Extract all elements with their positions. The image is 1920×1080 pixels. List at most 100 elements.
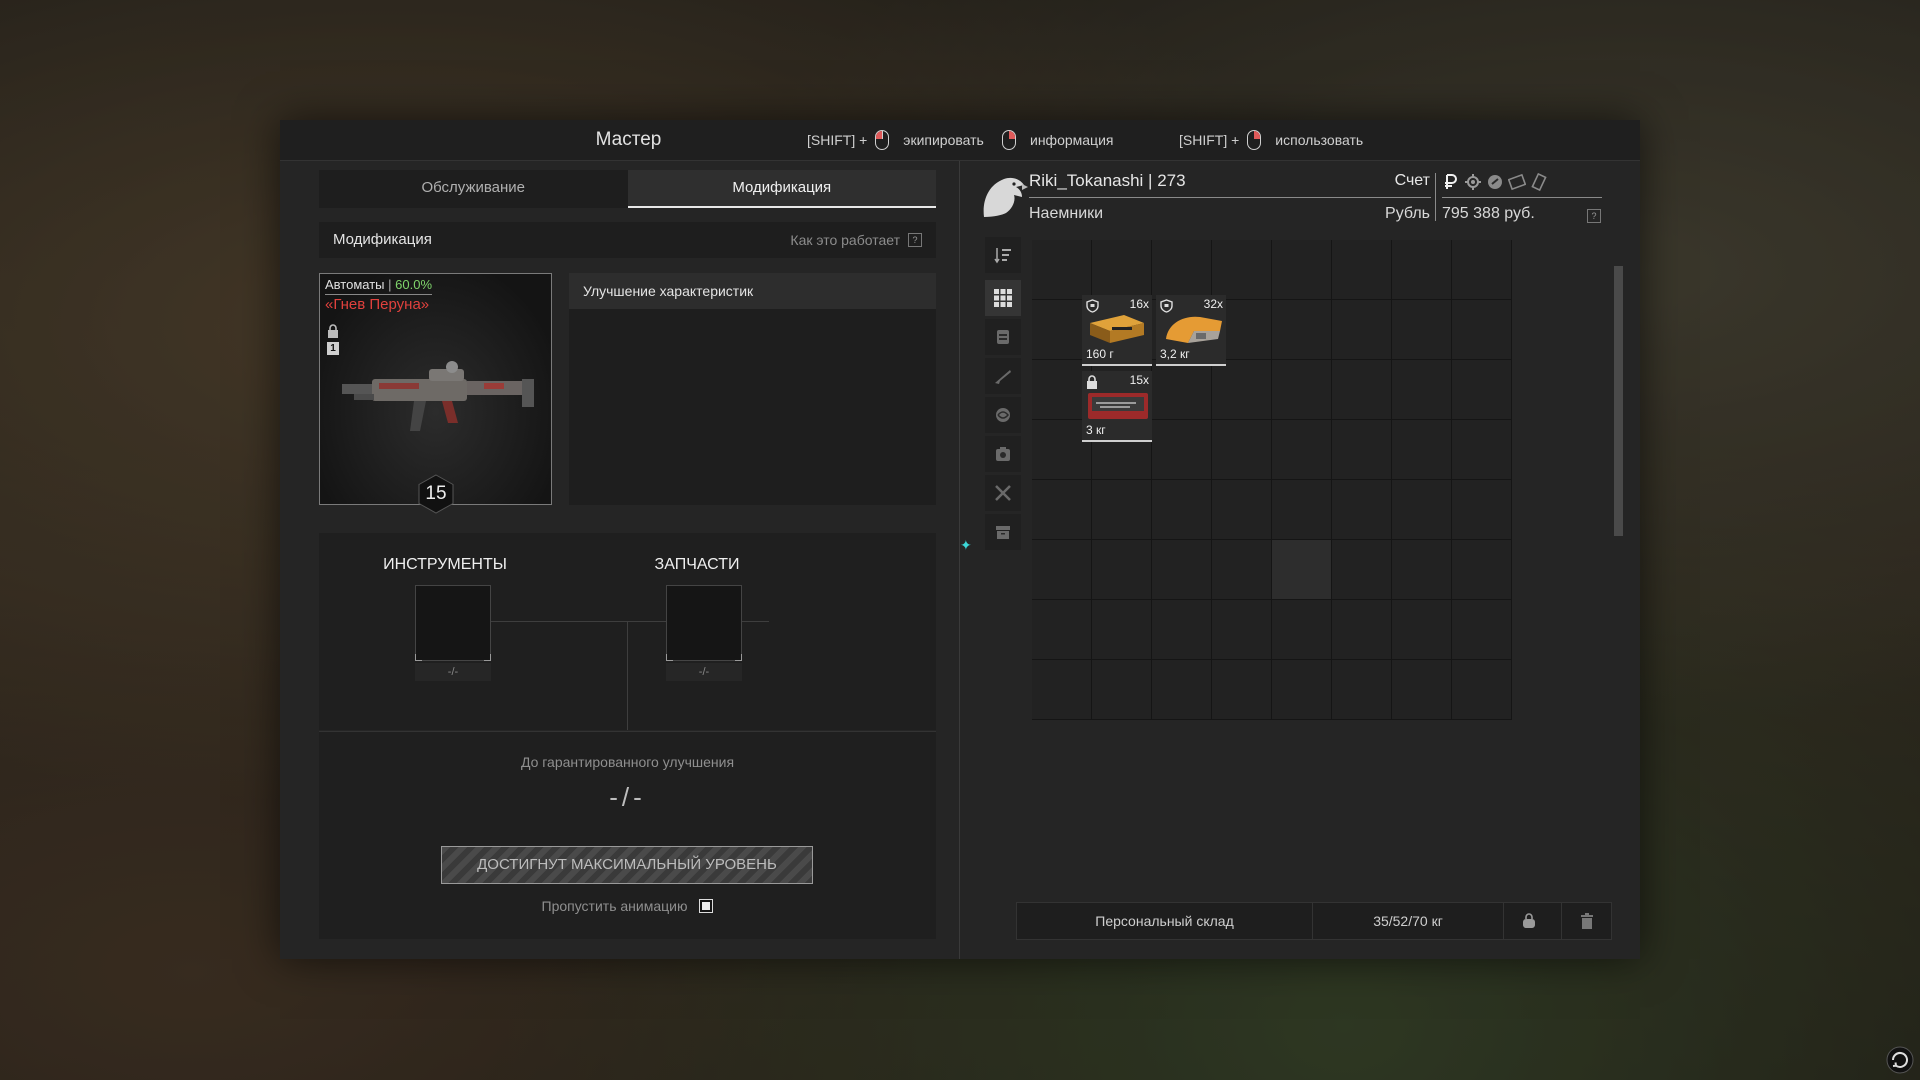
skip-animation-checkbox[interactable] [699, 899, 714, 913]
stash-weight: 35/52/70 кг [1373, 913, 1443, 929]
inventory-cell[interactable] [1452, 360, 1512, 420]
inventory-cell[interactable] [1212, 600, 1272, 660]
filter-armor-button[interactable] [985, 319, 1021, 355]
inventory-cell[interactable] [1272, 300, 1332, 360]
weight-button[interactable] [1503, 903, 1554, 939]
inventory-cell[interactable] [1212, 660, 1272, 720]
trash-button[interactable] [1561, 903, 1612, 939]
inventory-cell[interactable] [1332, 480, 1392, 540]
filter-all-button[interactable] [985, 280, 1021, 316]
filter-weapons-button[interactable] [985, 358, 1021, 394]
inventory-cell[interactable] [1272, 660, 1332, 720]
inventory-cell[interactable] [1152, 360, 1212, 420]
inventory-cell[interactable] [1092, 540, 1152, 600]
inventory-cell[interactable] [1332, 300, 1392, 360]
inventory-cell[interactable] [1092, 240, 1152, 300]
tools-slot[interactable] [415, 585, 491, 661]
inventory-cell[interactable] [1392, 600, 1452, 660]
filter-artefacts-button[interactable] [985, 397, 1021, 433]
action-panel: ДОСТИГНУТ МАКСИМАЛЬНЫЙ УРОВЕНЬ Пропустит… [319, 826, 936, 939]
inventory-cell[interactable] [1332, 360, 1392, 420]
inventory-cell[interactable] [1452, 480, 1512, 540]
filter-tools-button[interactable] [985, 475, 1021, 511]
inventory-cell[interactable] [1452, 420, 1512, 480]
right-mouse-icon [1002, 130, 1016, 150]
inventory-cell[interactable] [1332, 240, 1392, 300]
inventory-cell[interactable] [1092, 660, 1152, 720]
ruble-icon[interactable] [1442, 173, 1460, 191]
toolbox-item[interactable]: 15x 3 кг [1082, 371, 1152, 442]
inventory-cell[interactable] [1032, 480, 1092, 540]
inventory-cell[interactable] [1032, 600, 1092, 660]
skip-animation-row: Пропустить анимацию [319, 898, 936, 914]
inventory-cell[interactable] [1452, 600, 1512, 660]
inventory-cell[interactable] [1212, 480, 1272, 540]
divider [1435, 173, 1436, 221]
inventory-cell[interactable] [1212, 540, 1272, 600]
ticket-icon[interactable] [1508, 173, 1526, 191]
inventory-cell[interactable] [1272, 540, 1332, 600]
inventory-cell[interactable] [1332, 600, 1392, 660]
eagle-avatar-icon [983, 177, 1028, 217]
toolbox-image [1088, 393, 1148, 419]
gear-coin-icon[interactable] [1464, 173, 1482, 191]
inventory-cell[interactable] [1392, 540, 1452, 600]
inventory-cell[interactable] [1272, 420, 1332, 480]
filter-misc-button[interactable] [985, 514, 1021, 550]
tab-modification[interactable]: Модификация [627, 170, 936, 208]
inventory-cell[interactable] [1272, 240, 1332, 300]
guarantee-label: До гарантированного улучшения [520, 754, 735, 770]
inventory-cell[interactable] [1152, 600, 1212, 660]
inventory-cell[interactable] [1152, 540, 1212, 600]
inventory-cell[interactable] [1332, 420, 1392, 480]
inventory-cell[interactable] [1032, 540, 1092, 600]
inventory-cell[interactable] [1452, 240, 1512, 300]
inventory-cell[interactable] [1212, 420, 1272, 480]
inventory-cell[interactable] [1092, 480, 1152, 540]
weapon-card[interactable]: Автоматы | 60.0% «Гнев Перуна» 1 15 [319, 273, 552, 514]
tools-icon [995, 485, 1011, 501]
hint-equip-label: экипировать [903, 132, 984, 148]
sort-button[interactable] [985, 237, 1021, 273]
inventory-cell[interactable] [1392, 660, 1452, 720]
inventory-cell[interactable] [1152, 420, 1212, 480]
weapon-percent: 60.0% [395, 277, 433, 292]
tab-maintenance[interactable]: Обслуживание [319, 170, 628, 208]
parts-slot[interactable] [666, 585, 742, 661]
how-it-works-link[interactable]: Как это работает ? [790, 222, 922, 258]
inventory-cell[interactable] [1032, 240, 1092, 300]
voucher-icon[interactable] [1530, 173, 1548, 191]
inventory-cell[interactable] [1272, 480, 1332, 540]
inventory-cell[interactable] [1392, 360, 1452, 420]
inventory-cell[interactable] [1032, 660, 1092, 720]
hint-use-label: использовать [1275, 132, 1364, 148]
inventory-cell[interactable] [1332, 540, 1392, 600]
repair-kit-item[interactable]: 32x 3,2 кг [1156, 295, 1226, 366]
help-icon[interactable]: ? [908, 233, 922, 247]
ammo-box-item[interactable]: 16x 160 г [1082, 295, 1152, 366]
inventory-cell[interactable] [1152, 480, 1212, 540]
inventory-cell[interactable] [1452, 300, 1512, 360]
account-label: Счет [1394, 172, 1430, 189]
inventory-cell[interactable] [1152, 660, 1212, 720]
inventory-cell[interactable] [1212, 360, 1272, 420]
badge-coin-icon[interactable] [1486, 173, 1504, 191]
inventory-cell[interactable] [1092, 600, 1152, 660]
stats-panel: Улучшение характеристик [569, 273, 936, 505]
inventory-cell[interactable] [1452, 660, 1512, 720]
inventory-cell[interactable] [1272, 360, 1332, 420]
inventory-cell[interactable] [1152, 240, 1212, 300]
personal-stash-tab[interactable]: Персональный склад [1017, 903, 1313, 939]
max-level-button[interactable]: ДОСТИГНУТ МАКСИМАЛЬНЫЙ УРОВЕНЬ [441, 846, 813, 884]
inventory-cell[interactable] [1452, 540, 1512, 600]
inventory-cell[interactable] [1212, 240, 1272, 300]
inventory-cell[interactable] [1392, 300, 1452, 360]
help-icon[interactable]: ? [1587, 209, 1601, 223]
inventory-cell[interactable] [1272, 600, 1332, 660]
filter-containers-button[interactable] [985, 436, 1021, 472]
inventory-cell[interactable] [1392, 240, 1452, 300]
inventory-cell[interactable] [1392, 480, 1452, 540]
inventory-scrollbar-thumb[interactable] [1614, 266, 1623, 536]
inventory-cell[interactable] [1332, 660, 1392, 720]
inventory-cell[interactable] [1392, 420, 1452, 480]
